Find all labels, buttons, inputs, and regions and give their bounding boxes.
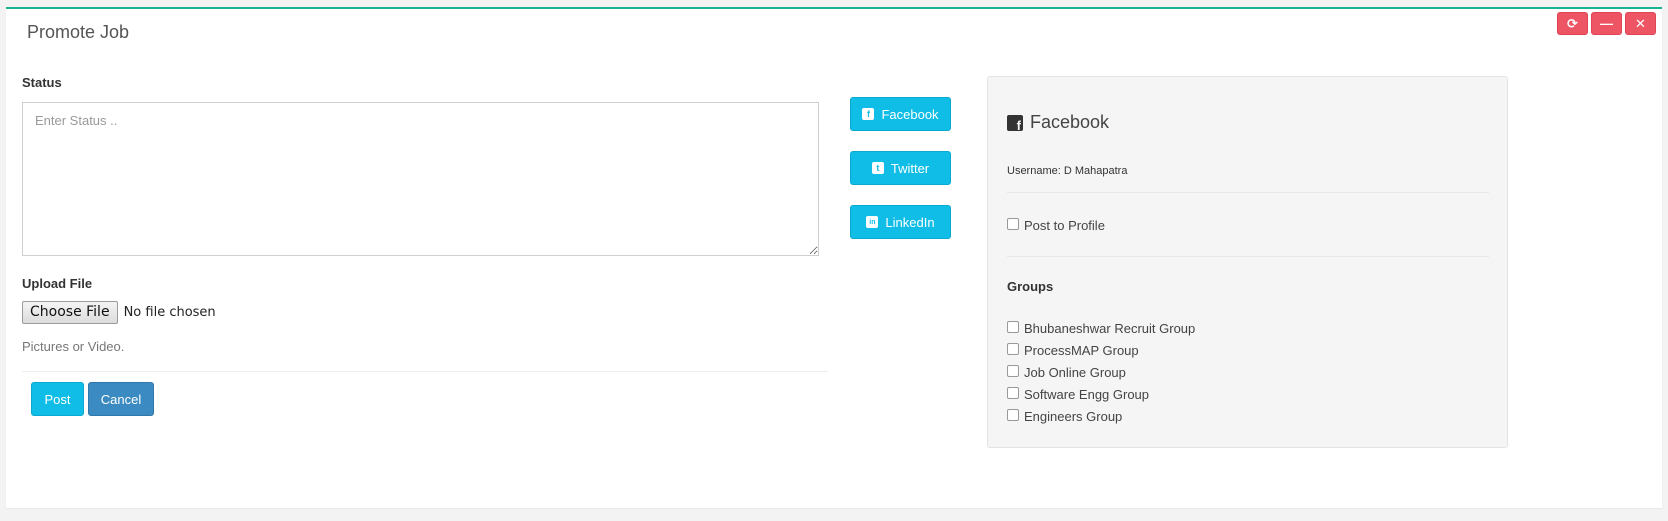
status-textarea[interactable] [22,102,819,256]
group-option[interactable]: Software Engg Group [1007,386,1150,402]
close-icon: ✕ [1635,15,1646,31]
facebook-icon: f [862,108,875,120]
linkedin-icon: in [866,216,879,228]
group-option[interactable]: Engineers Group [1007,408,1123,424]
group-label: Engineers Group [1024,409,1123,424]
panel-title: Promote Job [27,22,130,42]
group-option[interactable]: ProcessMAP Group [1007,342,1139,358]
post-to-profile-option[interactable]: Post to Profile [1007,217,1105,233]
facebook-panel-heading: f Facebook [1007,112,1109,133]
linkedin-button[interactable]: in LinkedIn [850,205,951,239]
panel-tools: ⟳ — ✕ [1557,12,1656,35]
group-checkbox[interactable] [1007,364,1019,377]
twitter-button-label: Twitter [890,160,930,176]
linkedin-button-label: LinkedIn [885,214,935,230]
group-option[interactable]: Job Online Group [1007,364,1126,380]
facebook-settings-panel: f Facebook Username: D Mahapatra Post to… [987,76,1508,448]
post-to-profile-label: Post to Profile [1024,218,1105,233]
twitter-button[interactable]: t Twitter [850,151,951,185]
close-button[interactable]: ✕ [1625,12,1656,35]
file-input: Choose File No file chosen [22,301,216,324]
choose-file-button[interactable]: Choose File [22,301,118,324]
post-to-profile-checkbox[interactable] [1007,217,1019,230]
minimize-icon: — [1600,16,1613,31]
group-checkbox[interactable] [1007,342,1019,355]
group-checkbox[interactable] [1007,408,1019,421]
facebook-square-icon: f [1007,114,1023,132]
group-checkbox[interactable] [1007,386,1019,399]
upload-help-text: Pictures or Video. [22,339,125,354]
group-checkbox[interactable] [1007,320,1019,333]
facebook-divider-2 [1007,256,1489,257]
facebook-button[interactable]: f Facebook [850,97,951,131]
facebook-divider-1 [1007,192,1489,193]
groups-label: Groups [1007,279,1054,294]
no-file-text: No file chosen [123,305,216,320]
group-label: Job Online Group [1024,365,1126,380]
minimize-button[interactable]: — [1591,12,1622,35]
facebook-username: Username: D Mahapatra [1007,165,1128,177]
status-label: Status [22,75,62,90]
promote-job-panel: Promote Job ⟳ — ✕ Status Upload File Cho… [6,7,1662,508]
facebook-heading-text: Facebook [1030,112,1110,132]
refresh-button[interactable]: ⟳ [1557,12,1588,35]
twitter-icon: t [871,162,884,174]
cancel-button[interactable]: Cancel [88,382,154,416]
group-option[interactable]: Bhubaneshwar Recruit Group [1007,320,1196,336]
refresh-icon: ⟳ [1567,15,1578,31]
post-button[interactable]: Post [31,382,84,416]
group-label: Bhubaneshwar Recruit Group [1024,321,1196,336]
group-label: Software Engg Group [1024,387,1150,402]
form-divider [22,371,828,372]
group-label: ProcessMAP Group [1024,343,1139,358]
facebook-button-label: Facebook [881,106,939,122]
upload-file-label: Upload File [22,276,93,291]
